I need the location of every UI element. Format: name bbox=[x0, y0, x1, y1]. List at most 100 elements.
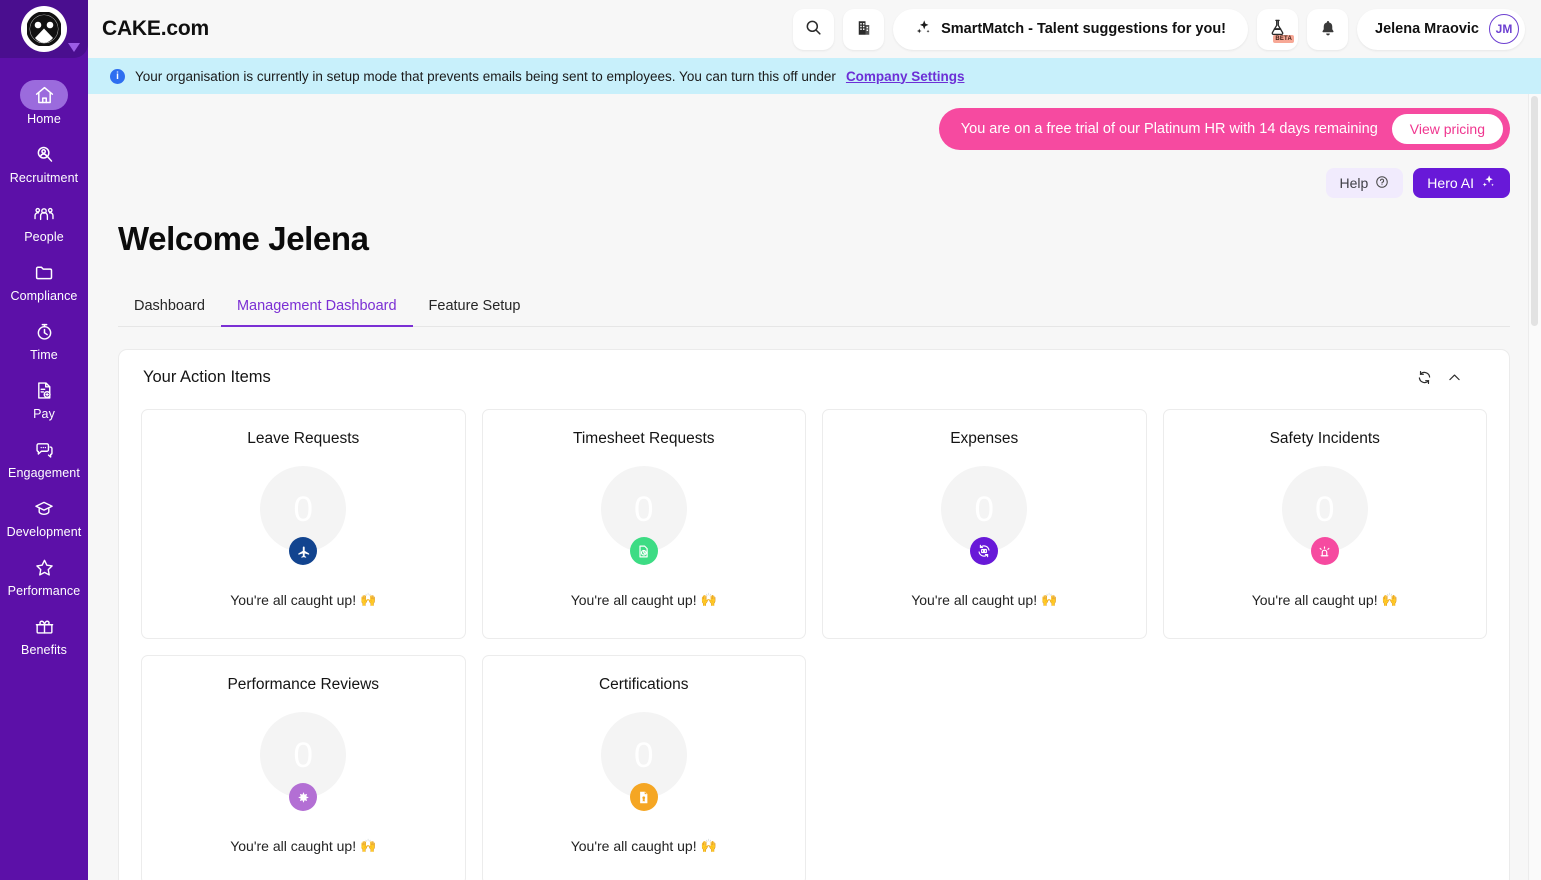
sidebar-label-compliance: Compliance bbox=[10, 289, 78, 303]
card-caption-text: You're all caught up! bbox=[230, 838, 357, 854]
avatar: JM bbox=[1489, 14, 1519, 44]
raised-hands-emoji: 🙌 bbox=[1041, 592, 1058, 607]
hero-ai-button[interactable]: Hero AI bbox=[1413, 168, 1510, 198]
user-menu[interactable]: Jelena Mraovic JM bbox=[1357, 8, 1525, 50]
sidebar-item-recruitment[interactable]: Recruitment bbox=[0, 133, 88, 190]
stopwatch-icon bbox=[20, 316, 68, 346]
company-button[interactable] bbox=[843, 8, 885, 50]
folder-icon bbox=[20, 257, 68, 287]
company-settings-link[interactable]: Company Settings bbox=[846, 69, 965, 84]
assist-actions-row: Help Hero AI bbox=[88, 150, 1528, 198]
card-caption-text: You're all caught up! bbox=[570, 592, 697, 608]
sidebar-label-performance: Performance bbox=[7, 584, 81, 598]
search-icon bbox=[804, 18, 823, 40]
card-visual: 0 bbox=[260, 712, 347, 811]
page-scrollbar[interactable] bbox=[1528, 94, 1541, 880]
raised-hands-emoji: 🙌 bbox=[360, 838, 377, 853]
tab-feature-setup[interactable]: Feature Setup bbox=[413, 291, 537, 327]
panel-header-actions bbox=[1416, 369, 1463, 386]
refresh-icon[interactable] bbox=[1416, 369, 1433, 386]
page-content: Welcome Jelena Dashboard Management Dash… bbox=[88, 220, 1528, 880]
notifications-button[interactable] bbox=[1307, 8, 1349, 50]
cake-logo-icon bbox=[21, 6, 67, 52]
sidebar-item-compliance[interactable]: Compliance bbox=[0, 251, 88, 308]
card-caption: You're all caught up! 🙌 bbox=[230, 592, 376, 608]
card-count: 0 bbox=[1315, 489, 1335, 529]
action-card-timesheet-requests[interactable]: Timesheet Requests 0 You're all caught u… bbox=[481, 409, 806, 639]
labs-button[interactable]: BETA bbox=[1257, 8, 1299, 50]
logo-triangle-icon bbox=[68, 43, 80, 52]
card-title: Certifications bbox=[598, 676, 689, 693]
card-caption: You're all caught up! 🙌 bbox=[571, 592, 717, 608]
main-sidebar: Home Recruitment People Compliance Time bbox=[0, 0, 88, 880]
raised-hands-emoji: 🙌 bbox=[700, 838, 717, 853]
sidebar-item-pay[interactable]: Pay bbox=[0, 369, 88, 426]
card-visual: 0 bbox=[1281, 466, 1368, 565]
hero-ai-label: Hero AI bbox=[1427, 175, 1474, 191]
search-user-icon bbox=[20, 139, 68, 169]
card-caption-text: You're all caught up! bbox=[230, 592, 357, 608]
question-circle-icon bbox=[1375, 175, 1389, 192]
card-title: Timesheet Requests bbox=[572, 430, 715, 447]
review-icon bbox=[289, 783, 318, 811]
setup-banner-text: Your organisation is currently in setup … bbox=[135, 68, 836, 84]
card-count: 0 bbox=[974, 489, 994, 529]
card-count: 0 bbox=[293, 735, 313, 775]
action-cards-grid: Leave Requests 0 You're all caught up! 🙌 bbox=[141, 409, 1487, 880]
page-title: Welcome Jelena bbox=[118, 220, 369, 257]
sidebar-nav: Home Recruitment People Compliance Time bbox=[0, 58, 88, 662]
help-button[interactable]: Help bbox=[1325, 168, 1404, 198]
action-card-safety-incidents[interactable]: Safety Incidents 0 You're all caught up!… bbox=[1162, 409, 1487, 639]
sidebar-item-home[interactable]: Home bbox=[0, 74, 88, 131]
sidebar-item-people[interactable]: People bbox=[0, 192, 88, 249]
sidebar-item-performance[interactable]: Performance bbox=[0, 546, 88, 603]
action-card-leave-requests[interactable]: Leave Requests 0 You're all caught up! 🙌 bbox=[141, 409, 466, 639]
info-icon: i bbox=[110, 68, 125, 84]
chevron-up-icon[interactable] bbox=[1446, 369, 1463, 386]
card-visual: 0 bbox=[941, 466, 1028, 565]
sidebar-label-time: Time bbox=[30, 348, 58, 362]
action-items-panel: Your Action Items Leave Requests 0 You'r… bbox=[118, 349, 1510, 880]
top-header: CAKE.com SmartMatch - Talent suggestions… bbox=[88, 0, 1541, 58]
action-card-certifications[interactable]: Certifications 0 You're all caught up! 🙌 bbox=[481, 655, 806, 880]
view-pricing-button[interactable]: View pricing bbox=[1391, 114, 1503, 144]
raised-hands-emoji: 🙌 bbox=[700, 592, 717, 607]
sidebar-logo[interactable] bbox=[0, 0, 88, 58]
tab-dashboard[interactable]: Dashboard bbox=[118, 291, 221, 327]
trial-banner: You are on a free trial of our Platinum … bbox=[938, 108, 1510, 150]
smartmatch-button[interactable]: SmartMatch - Talent suggestions for you! bbox=[893, 8, 1249, 50]
card-title: Performance Reviews bbox=[227, 676, 380, 693]
sidebar-item-time[interactable]: Time bbox=[0, 310, 88, 367]
header-actions: SmartMatch - Talent suggestions for you!… bbox=[793, 8, 1525, 50]
card-count: 0 bbox=[634, 489, 654, 529]
sidebar-item-benefits[interactable]: Benefits bbox=[0, 605, 88, 662]
card-count: 0 bbox=[634, 735, 654, 775]
card-visual: 0 bbox=[260, 466, 347, 565]
timesheet-icon bbox=[629, 537, 658, 565]
action-card-performance-reviews[interactable]: Performance Reviews 0 You're all caught … bbox=[141, 655, 466, 880]
brand-title: CAKE.com bbox=[102, 17, 209, 40]
setup-mode-banner: i Your organisation is currently in setu… bbox=[88, 58, 1541, 94]
user-name: Jelena Mraovic bbox=[1375, 21, 1479, 37]
sidebar-item-development[interactable]: Development bbox=[0, 487, 88, 544]
action-card-expenses[interactable]: Expenses 0 You're all caught up! 🙌 bbox=[822, 409, 1147, 639]
chat-icon bbox=[20, 434, 68, 464]
cake-logo-glyph bbox=[27, 12, 61, 46]
tab-management-dashboard[interactable]: Management Dashboard bbox=[220, 291, 413, 327]
card-title: Expenses bbox=[950, 430, 1019, 447]
scrollbar-thumb[interactable] bbox=[1531, 96, 1538, 326]
search-button[interactable] bbox=[793, 8, 835, 50]
sidebar-item-engagement[interactable]: Engagement bbox=[0, 428, 88, 485]
star-icon bbox=[20, 552, 68, 582]
trial-banner-row: You are on a free trial of our Platinum … bbox=[88, 94, 1528, 150]
gift-icon bbox=[20, 611, 68, 641]
alarm-icon bbox=[1310, 537, 1339, 565]
raised-hands-emoji: 🙌 bbox=[360, 592, 377, 607]
page-scroll-area: You are on a free trial of our Platinum … bbox=[88, 94, 1541, 880]
help-label: Help bbox=[1339, 175, 1369, 191]
smartmatch-label: SmartMatch - Talent suggestions for you! bbox=[941, 21, 1227, 37]
card-caption-text: You're all caught up! bbox=[570, 838, 697, 854]
bell-icon bbox=[1319, 19, 1337, 40]
raised-hands-emoji: 🙌 bbox=[1381, 592, 1398, 607]
trial-text: You are on a free trial of our Platinum … bbox=[960, 121, 1378, 137]
